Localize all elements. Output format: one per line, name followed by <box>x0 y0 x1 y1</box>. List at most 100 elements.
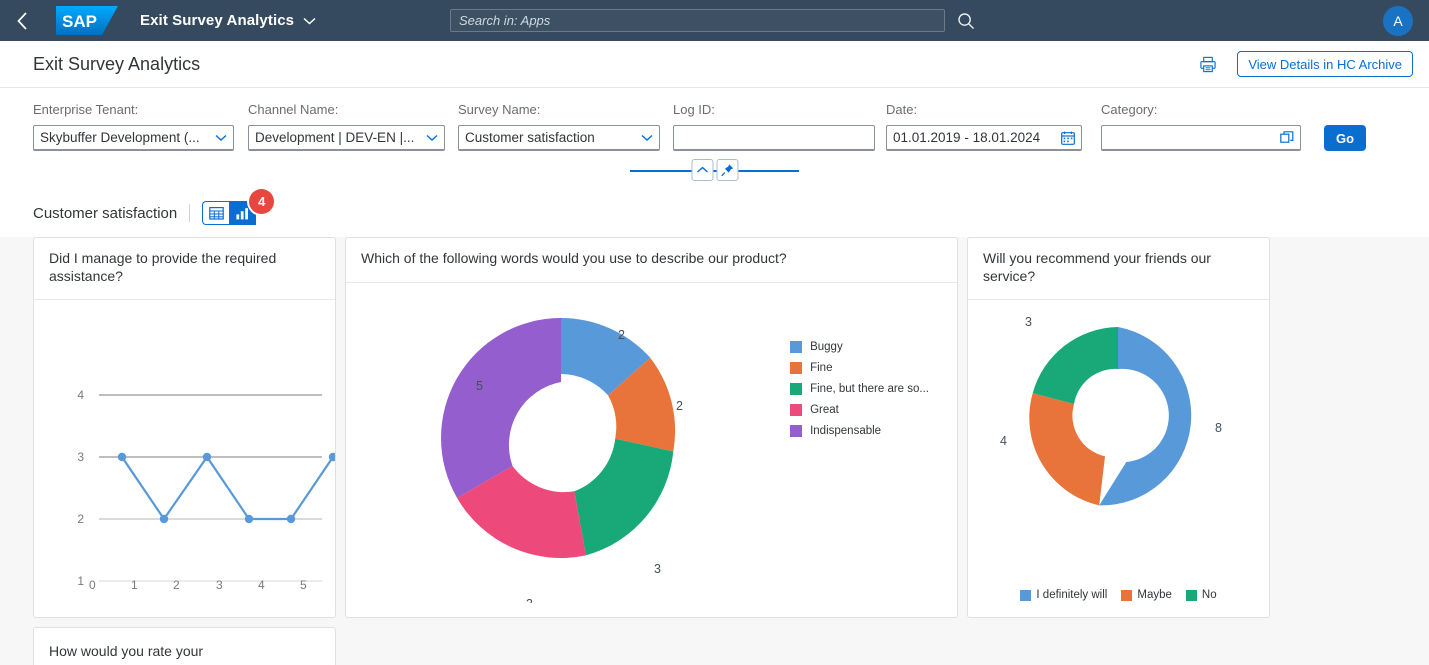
donut-value-fine: 2 <box>676 399 683 413</box>
filter-survey-name: Survey Name: Customer satisfaction <box>458 102 673 151</box>
donut-2-legend: I definitely will Maybe No <box>968 589 1269 601</box>
survey-name-value: Customer satisfaction <box>465 130 595 145</box>
filter-label-date: Date: <box>886 102 918 117</box>
search-input[interactable] <box>450 9 945 32</box>
search-icon[interactable] <box>957 12 975 30</box>
value-help-icon[interactable] <box>1274 130 1294 145</box>
go-button[interactable]: Go <box>1324 125 1367 151</box>
enterprise-tenant-value: Skybuffer Development (... <box>40 130 200 145</box>
legend-label: No <box>1201 589 1217 601</box>
donut-2-body: 8 4 3 I definitely will Maybe No <box>968 300 1269 617</box>
channel-name-value: Development | DEV-EN |... <box>255 130 415 145</box>
donut-chart-1: 2 2 3 3 5 <box>441 318 683 611</box>
card-title: Will you recommend your friends our serv… <box>968 238 1269 300</box>
chevron-down-icon[interactable] <box>209 134 227 142</box>
legend-item[interactable]: Fine, but there are so... <box>790 383 929 395</box>
app-title: Exit Survey Analytics <box>140 12 295 29</box>
chevron-down-icon[interactable] <box>420 134 438 142</box>
legend-swatch <box>790 425 803 437</box>
filter-category: Category: <box>1101 102 1306 151</box>
chevron-down-icon <box>303 17 316 25</box>
content-toolbar: Customer satisfaction 4 <box>0 187 1429 237</box>
legend-item[interactable]: I definitely will <box>1020 589 1107 601</box>
donut-chart-body: 2 2 3 3 5 Buggy Fine <box>346 283 957 617</box>
enterprise-tenant-select[interactable]: Skybuffer Development (... <box>33 125 234 151</box>
legend-label: Fine <box>810 362 833 374</box>
slice-indispensable <box>441 318 561 498</box>
chevron-up-icon <box>696 166 708 173</box>
line-markers <box>117 452 338 524</box>
x-tick-1: 1 <box>131 578 138 592</box>
legend-label: I definitely will <box>1036 589 1108 601</box>
date-range-field[interactable]: 01.01.2019 - 18.01.2024 <box>886 125 1082 151</box>
legend-item[interactable]: Buggy <box>790 341 929 353</box>
pin-filterbar-button[interactable] <box>716 159 738 181</box>
filter-row: Enterprise Tenant: Skybuffer Development… <box>0 102 1429 151</box>
donut-value-great: 3 <box>526 597 533 603</box>
table-view-button[interactable] <box>202 201 230 225</box>
legend-item[interactable]: Fine <box>790 362 929 374</box>
chevron-down-icon[interactable] <box>635 134 653 142</box>
survey-name-select[interactable]: Customer satisfaction <box>458 125 660 151</box>
legend-swatch <box>790 404 803 416</box>
cards-container: Did I manage to provide the required ass… <box>0 237 1429 650</box>
calendar-icon[interactable] <box>1055 131 1075 145</box>
status-badge: 4 <box>249 189 275 214</box>
view-switch: 4 <box>202 189 275 225</box>
card-line-chart: Did I manage to provide the required ass… <box>33 237 338 650</box>
view-details-archive-button[interactable]: View Details in HC Archive <box>1237 51 1413 77</box>
slice-maybe <box>1029 393 1105 506</box>
donut-chart-2: 8 4 3 <box>1000 315 1222 506</box>
avatar-initials: A <box>1393 13 1403 29</box>
toolbar-divider <box>189 204 191 222</box>
filter-channel-name: Channel Name: Development | DEV-EN |... <box>248 102 458 151</box>
legend-swatch <box>1185 589 1197 601</box>
card-title: Which of the following words would you u… <box>346 238 957 283</box>
legend-label: Indispensable <box>810 425 882 437</box>
card-donut-recommend: Will you recommend your friends our serv… <box>967 237 1270 618</box>
legend-item[interactable]: No <box>1185 589 1217 601</box>
donut-value-no: 3 <box>1025 315 1032 329</box>
back-button[interactable] <box>0 0 44 41</box>
log-id-input[interactable] <box>680 126 868 149</box>
sap-logo[interactable]: SAP <box>56 6 118 35</box>
x-tick-4: 4 <box>258 578 265 592</box>
filter-bar: Enterprise Tenant: Skybuffer Development… <box>0 88 1429 187</box>
avatar[interactable]: A <box>1383 6 1413 36</box>
y-tick-2: 2 <box>77 512 84 526</box>
slice-no <box>1032 327 1118 404</box>
legend-swatch <box>790 362 803 374</box>
donut-value-maybe: 4 <box>1000 434 1007 448</box>
sap-logo-icon: SAP <box>56 6 118 35</box>
category-field[interactable] <box>1101 125 1301 151</box>
page-titlebar: Exit Survey Analytics View Details in HC… <box>0 41 1429 88</box>
legend-item[interactable]: Maybe <box>1121 589 1172 601</box>
log-id-field-wrap[interactable] <box>673 125 875 151</box>
filter-enterprise-tenant: Enterprise Tenant: Skybuffer Development… <box>33 102 248 151</box>
x-tick-2: 2 <box>173 578 180 592</box>
donut-1-legend: Buggy Fine Fine, but there are so... Gre… <box>790 341 929 437</box>
filter-log-id: Log ID: <box>673 102 886 151</box>
y-tick-3: 3 <box>77 450 84 464</box>
legend-label: Buggy <box>810 341 843 353</box>
app-title-menu[interactable]: Exit Survey Analytics <box>140 12 316 29</box>
legend-item[interactable]: Indispensable <box>790 425 929 437</box>
y-tick-4: 4 <box>77 388 84 402</box>
donut-value-indispensable: 5 <box>476 379 483 393</box>
table-icon <box>208 206 224 220</box>
sap-logo-text: SAP <box>62 12 97 31</box>
legend-swatch <box>790 341 803 353</box>
slice-fine-but <box>574 438 674 556</box>
print-icon <box>1200 56 1217 72</box>
legend-label: Great <box>810 404 839 416</box>
legend-swatch <box>1020 589 1032 601</box>
legend-item[interactable]: Great <box>790 404 929 416</box>
channel-name-select[interactable]: Development | DEV-EN |... <box>248 125 445 151</box>
collapse-filterbar-button[interactable] <box>691 159 713 181</box>
line-chart-x-axis: 0 1 2 3 4 5 <box>89 578 307 592</box>
filterbar-strip-buttons <box>691 159 738 181</box>
category-input[interactable] <box>1108 126 1274 149</box>
print-button[interactable] <box>1193 49 1223 79</box>
bar-chart-icon <box>236 207 249 219</box>
titlebar-actions: View Details in HC Archive <box>1193 49 1413 79</box>
